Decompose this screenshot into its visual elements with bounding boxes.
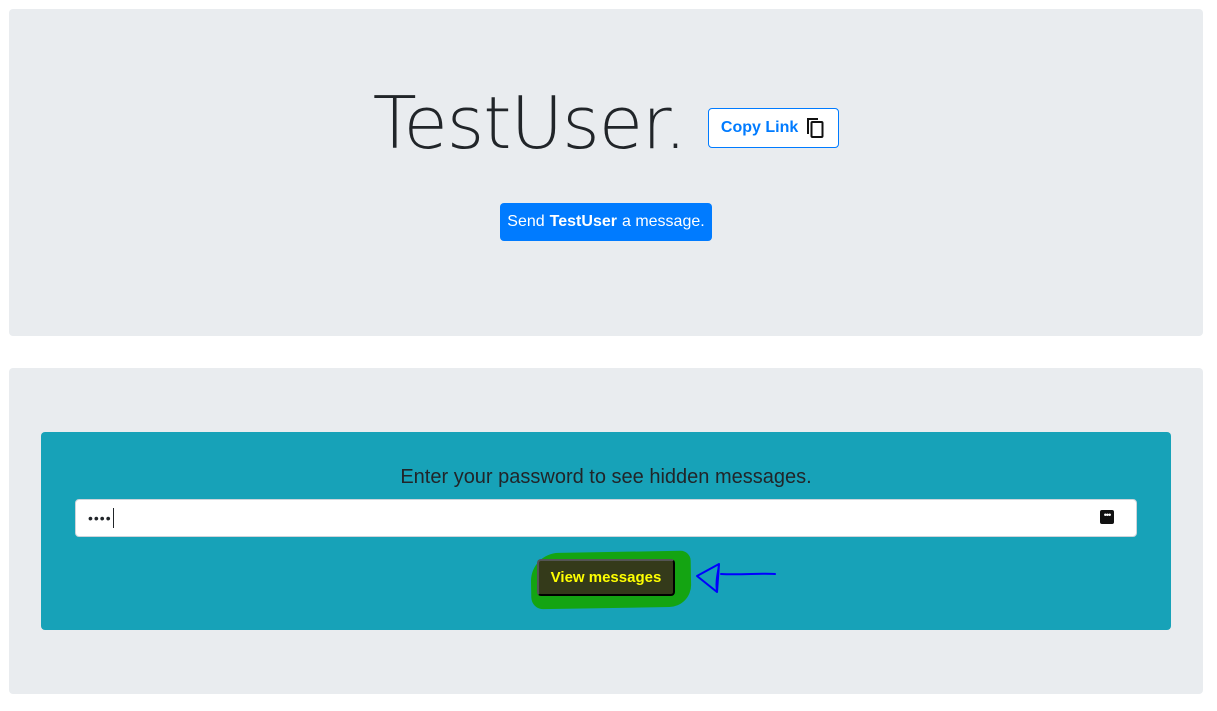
copy-icon [804, 116, 826, 140]
profile-header: TestUser. Copy Link Send TestUser a mess… [9, 9, 1203, 336]
copy-link-button[interactable]: Copy Link [707, 108, 840, 148]
send-prefix: Send [507, 213, 545, 230]
send-message-button[interactable]: Send TestUser a message. [500, 203, 712, 241]
send-username: TestUser [549, 213, 617, 230]
send-suffix: a message. [621, 213, 705, 230]
password-value: •••• [88, 510, 112, 526]
title-row: TestUser. Copy Link [9, 83, 1203, 163]
password-reveal-icon[interactable]: ••• [1100, 510, 1114, 524]
password-panel: Enter your password to see hidden messag… [41, 432, 1171, 630]
view-messages-button[interactable]: View messages [537, 559, 675, 596]
hand-drawn-arrow-icon [696, 563, 776, 593]
password-prompt: Enter your password to see hidden messag… [400, 466, 812, 488]
text-caret [112, 508, 114, 528]
copy-link-label: Copy Link [720, 119, 799, 136]
page-title: TestUser. [372, 81, 687, 165]
messages-section: Enter your password to see hidden messag… [9, 368, 1203, 694]
password-input[interactable]: •••• ••• [75, 499, 1137, 537]
